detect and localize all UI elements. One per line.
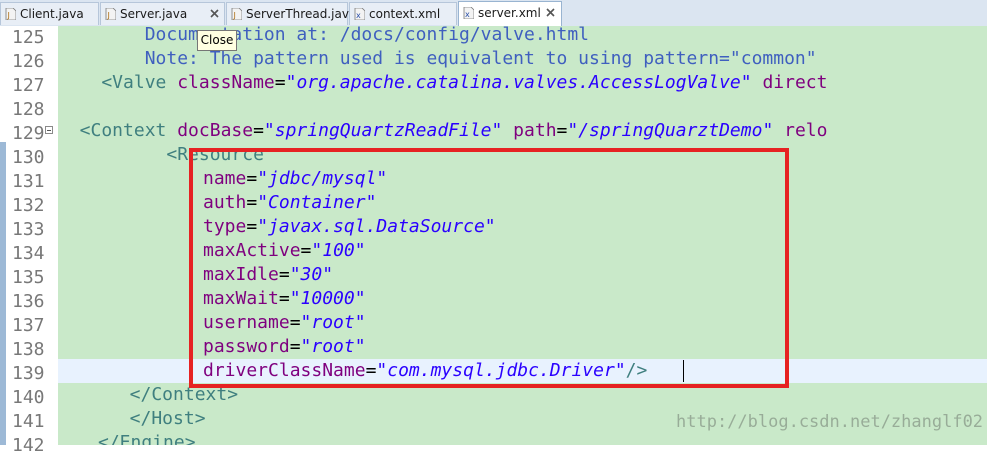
xml-file-icon: x [463,7,474,19]
line-number: 126 [12,51,45,72]
code-line: Note: The pattern used is equivalent to … [58,47,817,71]
code-token: path [502,120,557,141]
close-icon[interactable] [545,7,556,18]
xml-file-icon: x [354,8,365,20]
code-token: direct [751,72,828,93]
tab-label: context.xml [369,7,441,21]
code-token: = [274,72,286,93]
line-number: 139 [12,363,45,384]
line-number: 138 [12,339,45,360]
code-token: </Engine> [98,432,196,445]
tab-label: server.xml [478,6,541,20]
line-number: 134 [12,243,45,264]
code-token: </Host> [108,408,206,429]
line-number: 130 [12,147,45,168]
line-number: 133 [12,219,45,240]
svg-text:x: x [356,11,361,20]
tab-serverthread-java[interactable]: J ServerThread.java [226,2,356,25]
code-line: </Engine> [98,431,196,445]
code-token: = [253,120,264,141]
code-line: <Valve className="org.apache.catalina.va… [58,71,827,95]
code-token: docBase [177,120,254,141]
java-file-icon: J [231,8,242,20]
line-number-gutter: 125 126 127 128 129 130 131 132 133 134 … [0,26,58,456]
code-token: "org.apache.catalina.valves.AccessLogVal… [285,72,752,93]
tab-label: Client.java [20,7,84,21]
line-number: 127 [12,75,45,96]
code-line: </Host> [108,407,206,431]
line-number: 137 [12,315,45,336]
line-number: 142 [12,435,45,456]
change-marker [0,262,6,445]
code-line: Documentation at: /docs/config/valve.htm… [58,26,589,47]
tab-server-xml[interactable]: x server.xml [458,1,562,27]
line-number: 141 [12,411,45,432]
close-tooltip: Close [197,30,237,51]
line-number: 136 [12,291,45,312]
line-number: 125 [12,27,45,48]
tab-label: ServerThread.java [246,7,357,21]
svg-text:J: J [107,11,110,20]
code-token: = [556,120,568,141]
code-token: className [177,72,275,93]
java-file-icon: J [105,8,116,20]
code-line: <Context docBase="springQuartzReadFile" … [58,119,828,143]
code-token: <Valve [58,72,178,93]
tab-client-java[interactable]: J Client.java [0,2,99,25]
tab-server-java[interactable]: J Server.java [100,2,225,25]
line-number: 135 [12,267,45,288]
code-token: Documentation at: /docs/config/valve.htm… [58,26,590,45]
tab-label: Server.java [120,7,188,21]
code-token: Note: The pattern used is equivalent to … [58,48,817,69]
tab-context-xml[interactable]: x context.xml [349,2,457,25]
code-token: relo [773,120,828,141]
line-number: 131 [12,171,45,192]
highlight-annotation-box [189,148,789,388]
close-icon[interactable] [209,8,220,19]
watermark: http://blog.csdn.net/zhanglf02 [676,412,984,432]
svg-text:J: J [7,11,10,20]
code-token: "/springQuarztDemo" [567,120,774,141]
line-number: 132 [12,195,45,216]
change-marker [0,142,6,262]
code-token: "springQuartzReadFile" [263,120,503,141]
java-file-icon: J [5,8,16,20]
fold-toggle-icon[interactable] [45,126,53,134]
svg-text:J: J [233,11,236,20]
code-token: <Context [58,120,178,141]
editor-tab-bar: J Client.java J Server.java J ServerThre… [0,0,987,27]
line-number: 128 [12,99,45,120]
svg-text:x: x [465,10,470,19]
line-number: 140 [12,387,45,408]
